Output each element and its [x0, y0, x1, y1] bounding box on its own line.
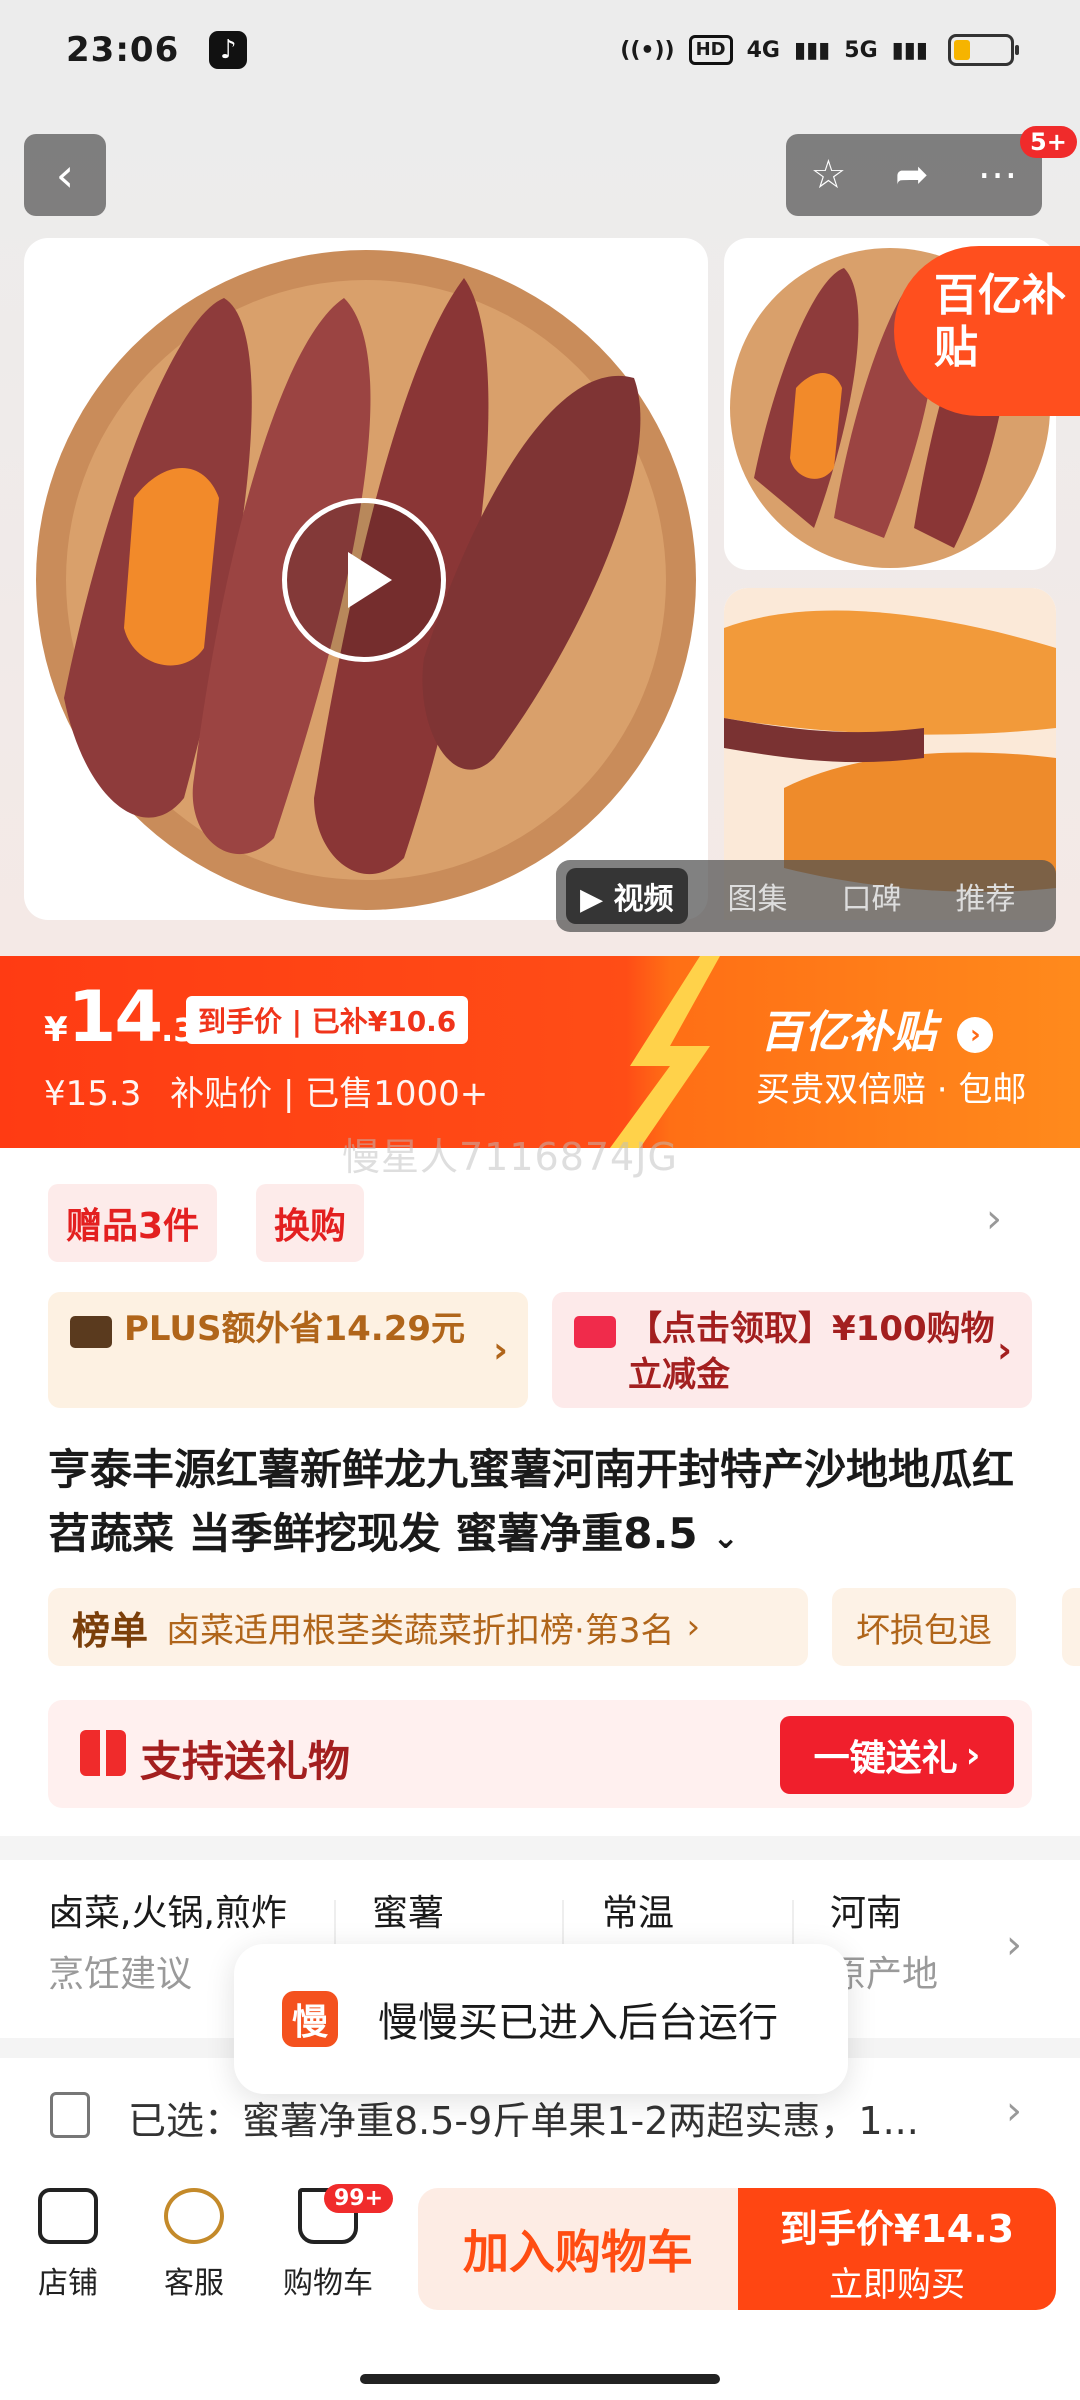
ranking-pill[interactable]: 榜单 卤菜适用根茎类蔬菜折扣榜·第3名 › — [48, 1588, 808, 1666]
chevron-right-icon: › — [957, 1017, 994, 1053]
coupon-promo-text: 【点击领取】¥100购物立减金 — [628, 1309, 995, 1395]
gift-icon — [80, 1730, 126, 1776]
exchange-chip[interactable]: 换购 — [256, 1184, 365, 1262]
plus-icon — [70, 1316, 112, 1348]
selected-spec-text: 已选：蜜薯净重8.5-9斤单果1-2两超实惠，1... — [128, 2099, 919, 2143]
signal-5g-icon: 5G — [844, 37, 878, 63]
cart-count-badge: 99+ — [324, 2184, 394, 2213]
price-integer: 14 — [67, 976, 163, 1058]
tab-reviews[interactable]: 口碑 — [828, 868, 916, 924]
watermark: 慢星人7116874JG — [342, 1135, 678, 1179]
subsidy-brand-text: 百亿补贴 — [760, 1007, 936, 1058]
card-icon — [574, 1316, 616, 1348]
attribute-value: 常温 — [602, 1893, 675, 1934]
wifi-icon: ((•)) — [620, 37, 675, 63]
home-indicator[interactable] — [360, 2374, 720, 2384]
gift-section: 支持送礼物 一键送礼 › — [48, 1700, 1032, 1808]
tiktok-icon: ♪ — [209, 31, 248, 69]
subsidy-note: 买贵双倍赔 · 包邮 — [756, 1070, 1027, 1110]
status-time: 23:06 — [66, 30, 180, 70]
coupon-promo[interactable]: 【点击领取】¥100购物立减金 › — [552, 1292, 1032, 1408]
chevron-right-icon[interactable]: › — [986, 1196, 1002, 1242]
tab-recommend[interactable]: 推荐 — [942, 868, 1030, 924]
action-group: ☆ ➦ ⋯ — [786, 134, 1042, 216]
buy-now-button[interactable]: 到手价¥14.3 立即购买 — [738, 2188, 1056, 2310]
app-logo-icon: 慢 — [282, 1991, 338, 2047]
chevron-left-icon: ‹ — [55, 148, 75, 202]
send-gift-button[interactable]: 一键送礼 › — [780, 1716, 1014, 1794]
nav-cart-label: 购物车 — [283, 2266, 373, 2301]
favorite-star-icon[interactable]: ☆ — [810, 152, 846, 198]
media-tabs: ▶ 视频 图集 口碑 推荐 — [556, 860, 1056, 932]
chevron-right-icon: › — [493, 1330, 508, 1371]
tag-overflow — [1062, 1588, 1080, 1666]
play-video-button[interactable] — [282, 498, 446, 662]
subsidy-brand-link[interactable]: 百亿补贴 › — [760, 996, 994, 1060]
chevron-down-icon: ⌄ — [712, 1518, 740, 1556]
attribute-value: 卤菜,火锅,煎炸 — [48, 1893, 287, 1934]
attribute-storage: 常温 — [602, 1884, 822, 1944]
price-banner: ¥ 14 .3 到手价 | 已补¥10.6 ¥15.3 补贴价 | 已售1000… — [0, 956, 1080, 1148]
nav-store[interactable]: 店铺 — [8, 2188, 128, 2302]
attribute-value: 蜜薯 — [372, 1893, 445, 1934]
price-display: ¥ 14 .3 — [44, 976, 196, 1058]
product-page: 23:06 ♪ ((•)) HD 4G ▮▮▮ 5G ▮▮▮ ‹ ☆ ➦ ⋯ 5… — [0, 0, 1080, 2400]
hd-badge: HD — [688, 35, 733, 65]
product-gallery: ‹ ☆ ➦ ⋯ 5+ 百亿补贴 ▶ 视频 图集 口碑 推荐 — [0, 100, 1080, 956]
signal-4g-icon: 4G — [746, 37, 780, 63]
chevron-right-icon: › — [997, 1330, 1012, 1371]
ranking-label: 榜单 — [72, 1608, 149, 1653]
lightning-bolt-icon — [610, 956, 720, 1148]
product-info-card: 赠品3件 换购 › PLUS额外省14.29元 › 【点击领取】¥100购物立减… — [0, 1148, 1080, 1836]
signal-bars-icon: ▮▮▮ — [891, 37, 928, 63]
arrival-price-tag: 到手价 | 已补¥10.6 — [186, 996, 469, 1044]
price-subline: ¥15.3 补贴价 | 已售1000+ — [44, 1066, 488, 1115]
message-badge: 5+ — [1020, 126, 1077, 158]
chevron-right-icon: › — [1006, 2088, 1022, 2134]
customer-service-icon — [164, 2188, 224, 2244]
nav-service-label: 客服 — [164, 2266, 224, 2301]
background-running-toast: 慢 慢慢买已进入后台运行 — [234, 1944, 848, 2094]
play-icon — [348, 552, 392, 608]
product-title[interactable]: 亨泰丰源红薯新鲜龙九蜜薯河南开封特产沙地地瓜红苕蔬菜 当季鲜挖现发 蜜薯净重8.… — [48, 1438, 1038, 1569]
back-button[interactable]: ‹ — [24, 134, 106, 216]
buy-price-line: 到手价¥14.3 — [779, 2207, 1015, 2251]
attribute-variety: 蜜薯 — [372, 1884, 592, 1944]
chevron-right-icon: › — [1006, 1922, 1022, 1968]
tab-video-label: 视频 — [613, 882, 674, 917]
bottom-action-bar: 店铺 客服 购物车 99+ 加入购物车 到手价¥14.3 立即购买 — [0, 2178, 1080, 2400]
subsidy-corner-text: 百亿补贴 — [934, 270, 1066, 373]
store-icon — [38, 2188, 98, 2244]
tab-gallery[interactable]: 图集 — [714, 868, 802, 924]
plus-promo-text: PLUS额外省14.29元 — [124, 1309, 466, 1349]
damage-refund-tag[interactable]: 坏损包退 — [832, 1588, 1016, 1666]
chevron-right-icon: › — [965, 1734, 981, 1776]
tab-video[interactable]: ▶ 视频 — [566, 868, 688, 924]
subsidy-corner-badge: 百亿补贴 — [894, 246, 1080, 416]
send-gift-label: 一键送礼 — [813, 1738, 958, 1779]
buy-now-label: 立即购买 — [829, 2265, 965, 2305]
spec-icon — [50, 2092, 90, 2138]
sales-info: 补贴价 | 已售1000+ — [170, 1074, 489, 1114]
more-icon[interactable]: ⋯ — [978, 152, 1018, 198]
original-price: ¥15.3 — [44, 1074, 142, 1114]
plus-promo[interactable]: PLUS额外省14.29元 › — [48, 1292, 528, 1408]
gift-chip[interactable]: 赠品3件 — [48, 1184, 218, 1262]
add-to-cart-button[interactable]: 加入购物车 — [418, 2188, 738, 2310]
gift-text: 支持送礼物 — [140, 1737, 351, 1786]
status-icons: ((•)) HD 4G ▮▮▮ 5G ▮▮▮ — [620, 34, 1019, 66]
nav-service[interactable]: 客服 — [134, 2188, 254, 2302]
battery-icon — [948, 34, 1019, 66]
currency-symbol: ¥ — [44, 1010, 68, 1050]
product-title-text: 亨泰丰源红薯新鲜龙九蜜薯河南开封特产沙地地瓜红苕蔬菜 当季鲜挖现发 蜜薯净重8.… — [48, 1445, 1015, 1558]
signal-bars-icon: ▮▮▮ — [793, 37, 831, 63]
share-icon[interactable]: ➦ — [895, 152, 929, 198]
ranking-text: 卤菜适用根茎类蔬菜折扣榜·第3名 — [166, 1610, 675, 1651]
toast-message: 慢慢买已进入后台运行 — [378, 2000, 778, 2046]
chevron-right-icon: › — [686, 1607, 701, 1647]
nav-store-label: 店铺 — [38, 2266, 98, 2301]
status-bar: 23:06 ♪ ((•)) HD 4G ▮▮▮ 5G ▮▮▮ — [0, 0, 1080, 100]
